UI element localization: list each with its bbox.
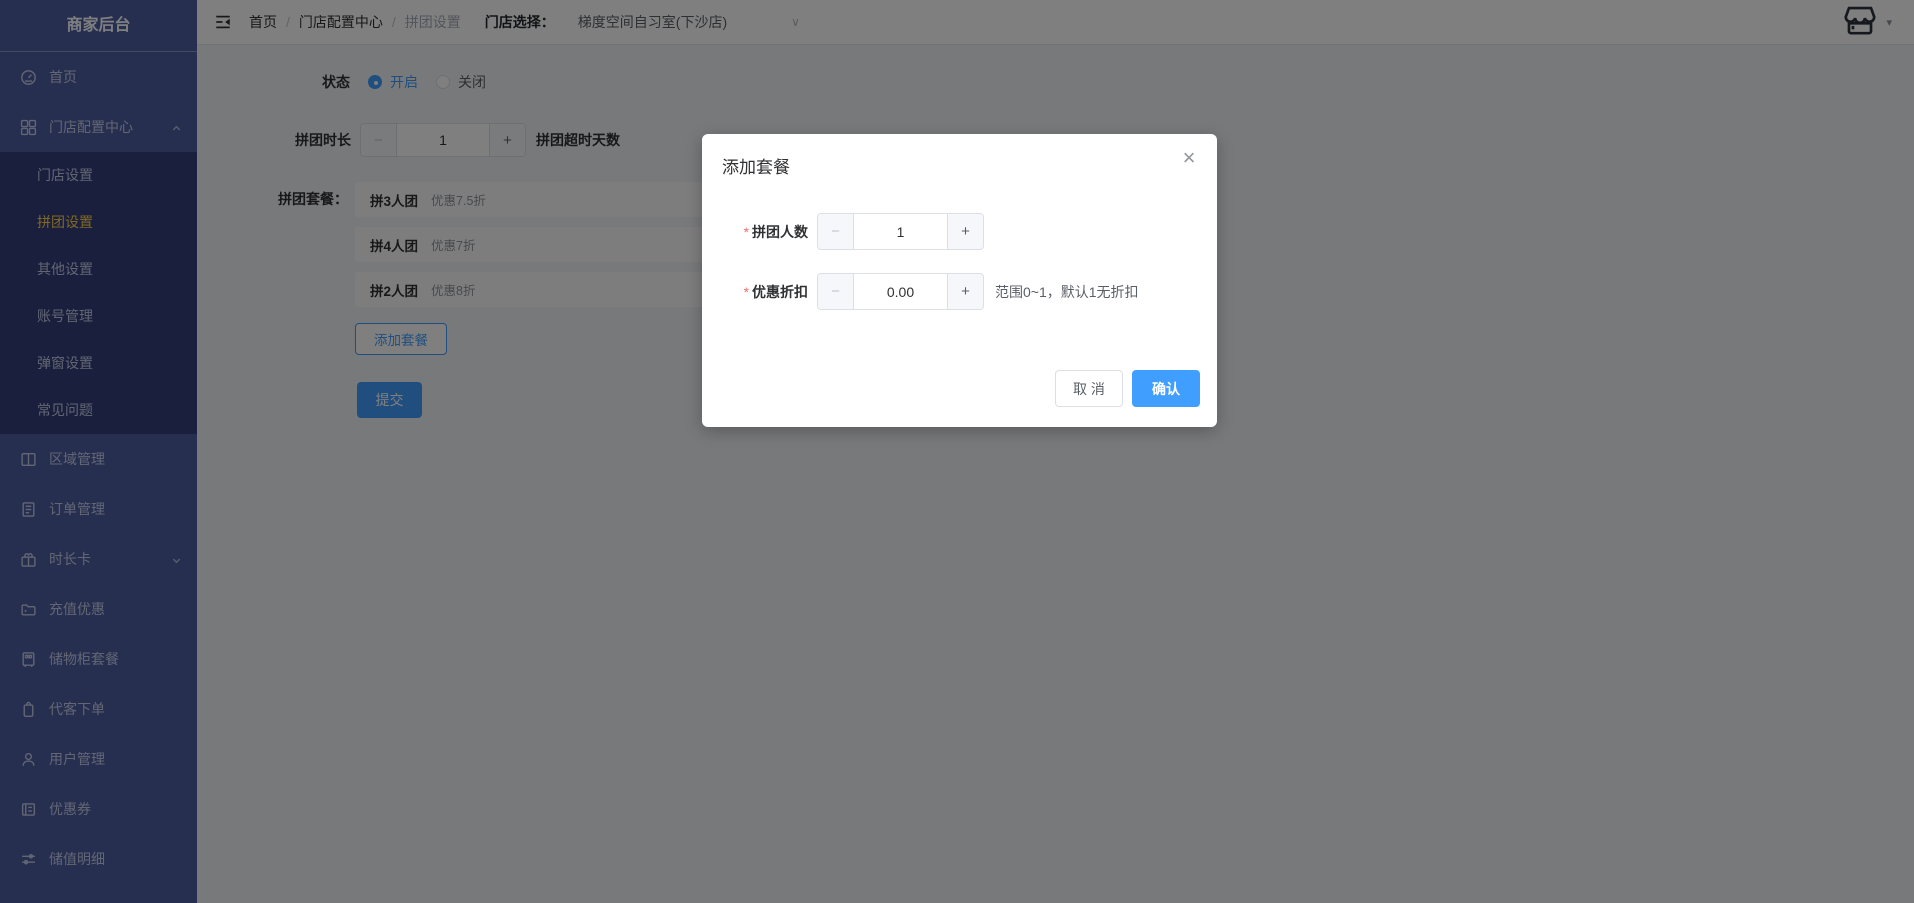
increase-button[interactable]: + xyxy=(947,274,983,309)
group-size-input[interactable]: 1 xyxy=(854,214,947,249)
dialog-title: 添加套餐 xyxy=(722,153,790,178)
group-size-field: *拼团人数 − 1 + xyxy=(742,213,984,250)
discount-hint: 范围0~1，默认1无折扣 xyxy=(995,282,1139,302)
decrease-button[interactable]: − xyxy=(818,274,854,309)
decrease-button[interactable]: − xyxy=(818,214,854,249)
discount-stepper: − 0.00 + xyxy=(817,273,984,310)
app: 商家后台 首页 门店配置中心 门店设置 拼团设置 其他设置 账号管理 弹窗设置 … xyxy=(0,0,1914,903)
close-icon[interactable]: × xyxy=(1177,146,1201,170)
group-size-stepper: − 1 + xyxy=(817,213,984,250)
increase-button[interactable]: + xyxy=(947,214,983,249)
add-package-dialog: 添加套餐 × *拼团人数 − 1 + *优惠折扣 − 0.00 + 范围0~1，… xyxy=(702,134,1217,427)
required-asterisk: * xyxy=(744,284,749,300)
group-size-label: *拼团人数 xyxy=(742,222,808,242)
dialog-footer: 取 消 确认 xyxy=(1055,370,1200,407)
cancel-button[interactable]: 取 消 xyxy=(1055,370,1123,407)
discount-label: *优惠折扣 xyxy=(742,282,808,302)
discount-field: *优惠折扣 − 0.00 + 范围0~1，默认1无折扣 xyxy=(742,273,1139,310)
confirm-button[interactable]: 确认 xyxy=(1132,370,1200,407)
required-asterisk: * xyxy=(744,224,749,240)
discount-input[interactable]: 0.00 xyxy=(854,274,947,309)
